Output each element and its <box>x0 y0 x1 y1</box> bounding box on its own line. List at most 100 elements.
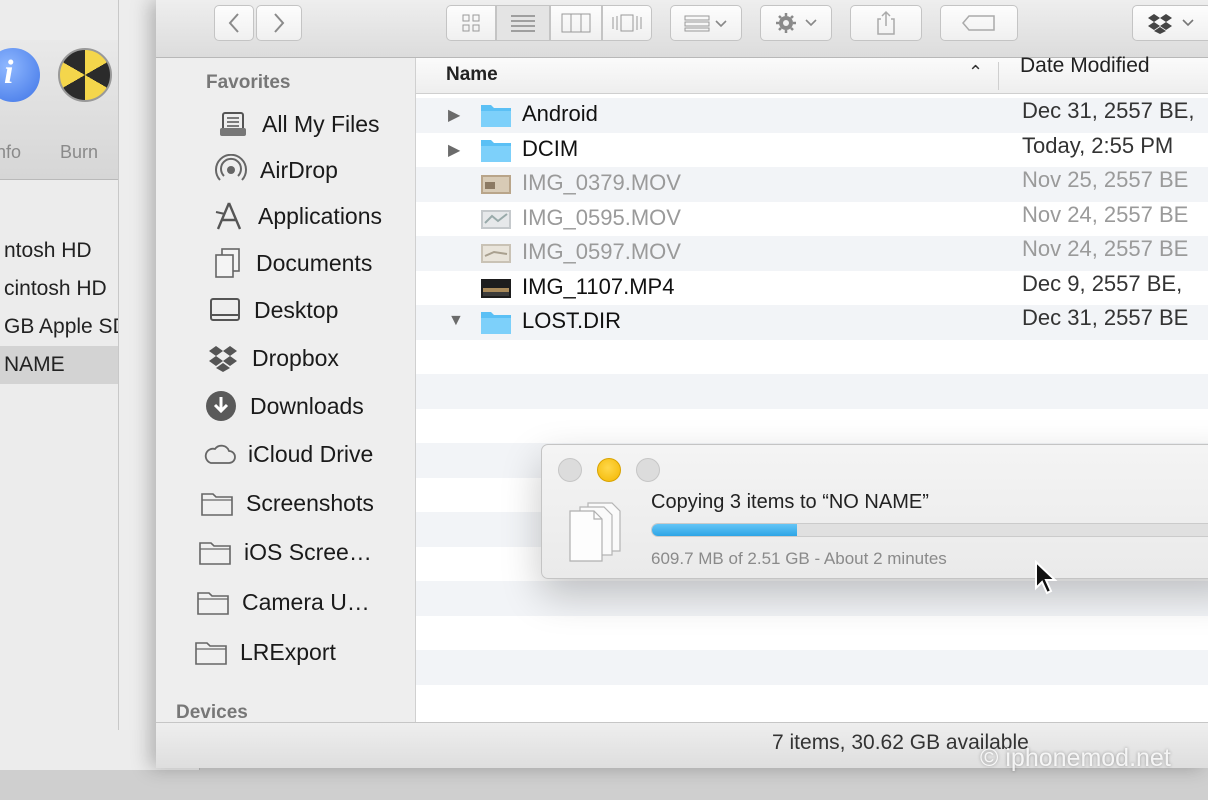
gear-icon <box>776 13 817 33</box>
empty-row <box>416 581 1208 616</box>
forward-button[interactable] <box>256 5 302 41</box>
burn-icon[interactable] <box>58 48 112 102</box>
video-thumbnail-icon <box>481 175 511 194</box>
file-name: IMG_0595.MOV <box>522 205 681 230</box>
sidebar-item-documents[interactable]: Documents <box>210 243 372 283</box>
sidebar-item-all-my-files[interactable]: All My Files <box>216 104 380 144</box>
disclosure-triangle-expanded-icon[interactable]: ▼ <box>448 312 464 330</box>
copy-progress-bar <box>651 523 1208 537</box>
minimize-button[interactable] <box>597 458 621 482</box>
file-name: IMG_0379.MOV <box>522 170 681 195</box>
tag-icon <box>962 15 995 31</box>
folder-icon <box>200 486 234 520</box>
dropbox-icon <box>1148 14 1194 34</box>
burn-label: Burn <box>60 142 99 162</box>
sidebar-item-label: All My Files <box>262 110 380 137</box>
grid-icon <box>462 14 480 32</box>
devices-header: Devices <box>176 702 248 723</box>
sidebar-item-label: LRExport <box>240 638 336 665</box>
table-row[interactable]: IMG_0379.MOV Nov 25, 2557 BE <box>416 167 1208 202</box>
arrange-button[interactable] <box>670 5 742 41</box>
chevron-left-icon <box>228 13 239 33</box>
column-view-button[interactable] <box>550 5 602 41</box>
sidebar-item-airdrop[interactable]: AirDrop <box>214 150 338 190</box>
sidebar-item-label: Documents <box>256 249 373 276</box>
file-date: Today, 2:55 PM <box>1022 133 1174 158</box>
table-row[interactable]: ▶ Android Dec 31, 2557 BE, <box>416 98 1208 133</box>
file-date: Dec 31, 2557 BE <box>1022 305 1189 330</box>
finder-toolbar <box>156 0 1208 58</box>
table-row[interactable]: ▼ LOST.DIR Dec 31, 2557 BE <box>416 305 1208 340</box>
documents-icon <box>210 246 244 280</box>
column-header: Name ⌃ Date Modified <box>416 54 1208 94</box>
list-view-button[interactable] <box>496 5 550 41</box>
file-name: IMG_1107.MP4 <box>522 274 675 299</box>
folder-icon <box>481 105 511 127</box>
sidebar-item-label: Applications <box>258 202 383 229</box>
icon-view-button[interactable] <box>446 5 496 41</box>
disclosure-triangle-icon[interactable]: ▶ <box>448 140 460 160</box>
sidebar-item-label: iOS Scree… <box>244 538 372 565</box>
copy-detail: 609.7 MB of 2.51 GB - About 2 minutes <box>651 549 947 568</box>
sidebar-item-downloads[interactable]: Downloads <box>204 386 364 426</box>
share-icon <box>877 10 895 35</box>
sidebar-item-lrexport[interactable]: LRExport <box>194 632 336 672</box>
file-date: Nov 24, 2557 BE <box>1022 236 1189 261</box>
file-date: Dec 9, 2557 BE, <box>1022 271 1183 296</box>
empty-row <box>416 374 1208 409</box>
sidebar-item-icloud-drive[interactable]: iCloud Drive <box>202 434 373 474</box>
back-button[interactable] <box>214 5 254 41</box>
file-name: DCIM <box>522 136 579 161</box>
sidebar-item-desktop[interactable]: Desktop <box>208 290 338 330</box>
table-row[interactable]: IMG_0597.MOV Nov 24, 2557 BE <box>416 236 1208 271</box>
disclosure-triangle-icon[interactable]: ▶ <box>448 105 460 125</box>
folder-icon <box>198 535 232 569</box>
sidebar-item-ios-screenshots[interactable]: iOS Scree… <box>198 532 372 572</box>
file-name: Android <box>522 101 598 126</box>
video-thumbnail-icon <box>481 210 511 229</box>
copy-title: Copying 3 items to “NO NAME” <box>651 491 929 513</box>
table-row[interactable]: IMG_1107.MP4 Dec 9, 2557 BE, <box>416 271 1208 306</box>
list-icon <box>511 15 535 32</box>
date-modified-column-header[interactable]: Date Modified <box>1020 54 1150 78</box>
coverflow-view-button[interactable] <box>602 5 652 41</box>
tags-button[interactable] <box>940 5 1018 41</box>
table-row[interactable]: ▶ DCIM Today, 2:55 PM <box>416 133 1208 168</box>
name-column-header[interactable]: Name <box>446 64 498 86</box>
coverflow-icon <box>612 14 642 32</box>
file-name: IMG_0597.MOV <box>522 239 681 264</box>
sidebar-item-screenshots[interactable]: Screenshots <box>200 483 374 523</box>
file-name: LOST.DIR <box>522 308 622 333</box>
sidebar-item-label: iCloud Drive <box>248 440 374 467</box>
sidebar-item-dropbox[interactable]: Dropbox <box>206 338 339 378</box>
documents-stack-icon <box>569 502 621 562</box>
desktop-icon <box>208 293 242 327</box>
airdrop-icon <box>214 153 248 187</box>
sidebar-item-applications[interactable]: Applications <box>212 196 382 236</box>
sidebar-item-label: Desktop <box>254 296 339 323</box>
share-button[interactable] <box>850 5 922 41</box>
arrange-icon <box>684 15 727 32</box>
sidebar-item-label: Dropbox <box>252 344 339 371</box>
favorites-header: Favorites <box>206 72 291 93</box>
folder-icon <box>194 635 228 669</box>
zoom-button[interactable] <box>636 458 660 482</box>
table-row[interactable]: IMG_0595.MOV Nov 24, 2557 BE <box>416 202 1208 237</box>
copy-progress-dialog: Copying 3 items to “NO NAME” 609.7 MB of… <box>541 444 1208 579</box>
video-thumbnail-icon <box>481 279 511 298</box>
folder-icon <box>481 312 511 334</box>
close-button[interactable] <box>558 458 582 482</box>
dropbox-toolbar-button[interactable] <box>1132 5 1208 41</box>
sidebar-item-label: AirDrop <box>260 156 338 183</box>
finder-window: Favorites All My Files AirDrop Applicati… <box>156 0 1208 768</box>
folder-icon <box>196 585 230 619</box>
mouse-cursor-icon <box>1035 560 1058 595</box>
icloud-icon <box>202 437 236 471</box>
columns-icon <box>561 13 591 33</box>
file-list: Name ⌃ Date Modified ▶ Android Dec 31, 2… <box>416 54 1208 722</box>
file-date: Nov 24, 2557 BE <box>1022 202 1189 227</box>
action-button[interactable] <box>760 5 832 41</box>
file-date: Dec 31, 2557 BE, <box>1022 98 1195 123</box>
sidebar-item-camera-uploads[interactable]: Camera U… <box>196 582 370 622</box>
column-divider[interactable] <box>998 62 999 90</box>
